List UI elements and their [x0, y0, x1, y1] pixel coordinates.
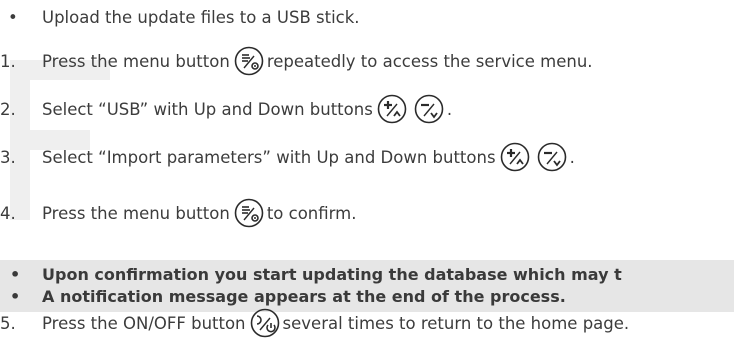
up-icon: [377, 94, 407, 124]
note-text: Upon confirmation you start updating the…: [42, 264, 622, 284]
step-text-part: several times to return to the home page…: [282, 313, 630, 333]
step-text-part: Select “USB” with Up and Down buttons: [42, 99, 373, 119]
up-icon: [500, 142, 530, 172]
step-text-part: Select “Import parameters” with Up and D…: [42, 147, 496, 167]
step-text-part: Press the menu button: [42, 203, 230, 223]
step-text: Press the menu button repeatedly to acce…: [42, 46, 593, 76]
step-text: Press the menu button to confirm.: [42, 198, 356, 228]
step-number: 5.: [0, 313, 16, 333]
step-number: 4.: [0, 203, 16, 223]
note-text: A notification message appears at the en…: [42, 286, 566, 306]
step-text: Select “Import parameters” with Up and D…: [42, 142, 575, 172]
menu-icon: [234, 198, 264, 228]
step-text: Press the ON/OFF button several times to…: [42, 308, 629, 338]
menu-icon: [234, 46, 264, 76]
down-icon: [414, 94, 444, 124]
step-text-part: Upload the update files to a USB stick.: [42, 7, 360, 27]
step-text-part: Press the menu button: [42, 51, 230, 71]
instruction-page: • Upload the update files to a USB stick…: [0, 0, 734, 344]
down-icon: [537, 142, 567, 172]
step-text-part: repeatedly to access the service menu.: [266, 51, 593, 71]
step-text: Select “USB” with Up and Down buttons .: [42, 94, 452, 124]
step-number: 2.: [0, 99, 16, 119]
bullet-marker: •: [8, 7, 18, 27]
step-text-part: Press the ON/OFF button: [42, 313, 246, 333]
note-box: • Upon confirmation you start updating t…: [0, 260, 734, 312]
power-icon: [250, 308, 280, 338]
step-text: Upload the update files to a USB stick.: [42, 8, 360, 27]
step-number: 1.: [0, 51, 16, 71]
step-number: 3.: [0, 147, 16, 167]
step-text-part: .: [446, 99, 453, 119]
step-text-part: to confirm.: [266, 203, 357, 223]
step-text-part: .: [569, 147, 575, 167]
